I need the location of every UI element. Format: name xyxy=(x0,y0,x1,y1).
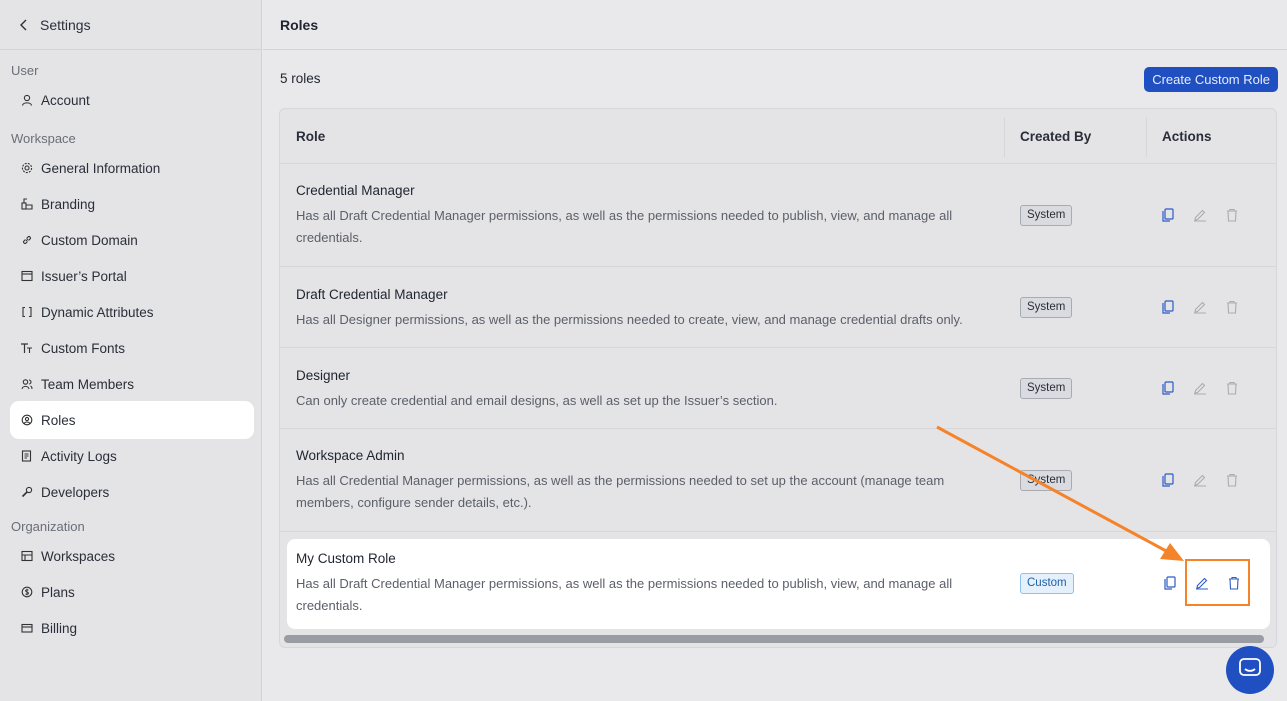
sidebar-item-general[interactable]: General Information xyxy=(0,150,261,186)
role-description: Has all Draft Credential Manager permiss… xyxy=(296,576,953,613)
column-created-by: Created By xyxy=(1020,128,1092,144)
table-row: Draft Credential Manager Has all Designe… xyxy=(280,267,1276,348)
wrench-icon xyxy=(20,486,33,499)
brackets-icon xyxy=(20,306,33,319)
section-user: User xyxy=(11,63,39,78)
annotation-highlight-box xyxy=(1185,559,1250,606)
delete-icon[interactable] xyxy=(1224,380,1240,396)
team-icon xyxy=(20,378,33,391)
roles-count: 5 roles xyxy=(280,71,321,86)
user-icon xyxy=(20,94,33,107)
sidebar-item-label: Issuer’s Portal xyxy=(41,268,127,284)
column-actions: Actions xyxy=(1162,128,1212,144)
column-divider xyxy=(1146,117,1147,157)
chat-icon xyxy=(1239,657,1261,683)
sidebar-item-billing[interactable]: Billing xyxy=(0,610,261,646)
table-row: Workspace Admin Has all Credential Manag… xyxy=(280,429,1276,532)
create-custom-role-button[interactable]: Create Custom Role xyxy=(1144,67,1278,92)
edit-icon[interactable] xyxy=(1192,299,1208,315)
link-icon xyxy=(20,234,33,247)
chat-launcher-button[interactable] xyxy=(1226,646,1274,694)
created-by-badge: System xyxy=(1020,378,1073,399)
page-title: Roles xyxy=(263,0,1287,50)
sidebar-item-activity-logs[interactable]: Activity Logs xyxy=(0,438,261,474)
delete-icon[interactable] xyxy=(1224,299,1240,315)
sidebar-item-label: Custom Fonts xyxy=(41,340,126,356)
duplicate-icon[interactable] xyxy=(1160,207,1176,223)
edit-icon[interactable] xyxy=(1192,380,1208,396)
dollar-icon xyxy=(20,586,33,599)
duplicate-icon[interactable] xyxy=(1162,575,1178,591)
sidebar-item-issuers-portal[interactable]: Issuer’s Portal xyxy=(0,258,261,294)
sidebar-item-plans[interactable]: Plans xyxy=(0,574,261,610)
sidebar-item-label: Plans xyxy=(41,584,75,600)
sidebar-item-label: Branding xyxy=(41,196,96,212)
gear-icon xyxy=(20,162,33,175)
created-by-badge: Custom xyxy=(1020,573,1074,594)
column-role: Role xyxy=(296,128,326,144)
duplicate-icon[interactable] xyxy=(1160,380,1176,396)
created-by-badge: System xyxy=(1020,297,1073,318)
duplicate-icon[interactable] xyxy=(1160,472,1176,488)
horizontal-scrollbar[interactable] xyxy=(284,635,1264,643)
sidebar-item-workspaces[interactable]: Workspaces xyxy=(0,538,261,574)
section-workspace: Workspace xyxy=(11,131,76,146)
column-divider xyxy=(1004,117,1005,157)
created-by-badge: System xyxy=(1020,205,1073,226)
created-by-badge: System xyxy=(1020,470,1073,491)
grid-icon xyxy=(20,550,33,563)
sidebar-item-label: Dynamic Attributes xyxy=(41,304,154,320)
sidebar-item-label: Workspaces xyxy=(41,548,116,564)
role-title: Credential Manager xyxy=(296,183,415,198)
duplicate-icon[interactable] xyxy=(1160,299,1176,315)
table-row-custom-role: My Custom Role Has all Draft Credential … xyxy=(287,539,1270,629)
delete-icon[interactable] xyxy=(1224,207,1240,223)
row-actions xyxy=(1160,207,1240,223)
role-title: Workspace Admin xyxy=(296,448,405,463)
row-actions xyxy=(1160,380,1240,396)
sidebar-item-label: Account xyxy=(41,92,90,108)
log-icon xyxy=(20,450,33,463)
role-title: My Custom Role xyxy=(296,551,396,566)
sidebar-item-custom-domain[interactable]: Custom Domain xyxy=(0,222,261,258)
table-header: Role Created By Actions xyxy=(280,109,1276,164)
sidebar-item-branding[interactable]: Branding xyxy=(0,186,261,222)
sidebar-item-label: Custom Domain xyxy=(41,232,138,248)
sidebar: Settings User Account Workspace General … xyxy=(0,0,262,701)
edit-icon[interactable] xyxy=(1192,472,1208,488)
palette-icon xyxy=(20,198,33,211)
sidebar-item-label: Roles xyxy=(41,412,76,428)
chevron-left-icon xyxy=(18,19,30,31)
role-title: Designer xyxy=(296,368,351,383)
sidebar-item-developers[interactable]: Developers xyxy=(0,474,261,510)
sidebar-item-dynamic-attributes[interactable]: Dynamic Attributes xyxy=(0,294,261,330)
sidebar-item-team-members[interactable]: Team Members xyxy=(0,366,261,402)
delete-icon[interactable] xyxy=(1224,472,1240,488)
row-actions xyxy=(1160,299,1240,315)
role-description: Has all Draft Credential Manager permiss… xyxy=(296,208,953,245)
sidebar-item-account[interactable]: Account xyxy=(0,82,261,118)
sidebar-item-label: Team Members xyxy=(41,376,135,392)
settings-back-button[interactable]: Settings xyxy=(0,0,261,50)
credit-card-icon xyxy=(20,622,33,635)
sidebar-item-roles[interactable]: Roles xyxy=(11,402,253,438)
table-row: Designer Can only create credential and … xyxy=(280,348,1276,429)
role-description: Has all Credential Manager permissions, … xyxy=(296,473,945,510)
section-organization: Organization xyxy=(11,519,85,534)
font-icon xyxy=(20,342,33,355)
row-actions xyxy=(1160,472,1240,488)
sidebar-item-label: Developers xyxy=(41,484,110,500)
roles-icon xyxy=(20,414,33,427)
window-icon xyxy=(20,270,33,283)
role-title: Draft Credential Manager xyxy=(296,287,448,302)
sidebar-item-label: Billing xyxy=(41,620,78,636)
role-description: Can only create credential and email des… xyxy=(296,393,778,408)
settings-label: Settings xyxy=(40,16,91,33)
edit-icon[interactable] xyxy=(1192,207,1208,223)
role-description: Has all Designer permissions, as well as… xyxy=(296,312,963,327)
sidebar-item-label: General Information xyxy=(41,160,161,176)
sidebar-item-label: Activity Logs xyxy=(41,448,117,464)
sidebar-item-custom-fonts[interactable]: Custom Fonts xyxy=(0,330,261,366)
table-row: Credential Manager Has all Draft Credent… xyxy=(280,164,1276,267)
